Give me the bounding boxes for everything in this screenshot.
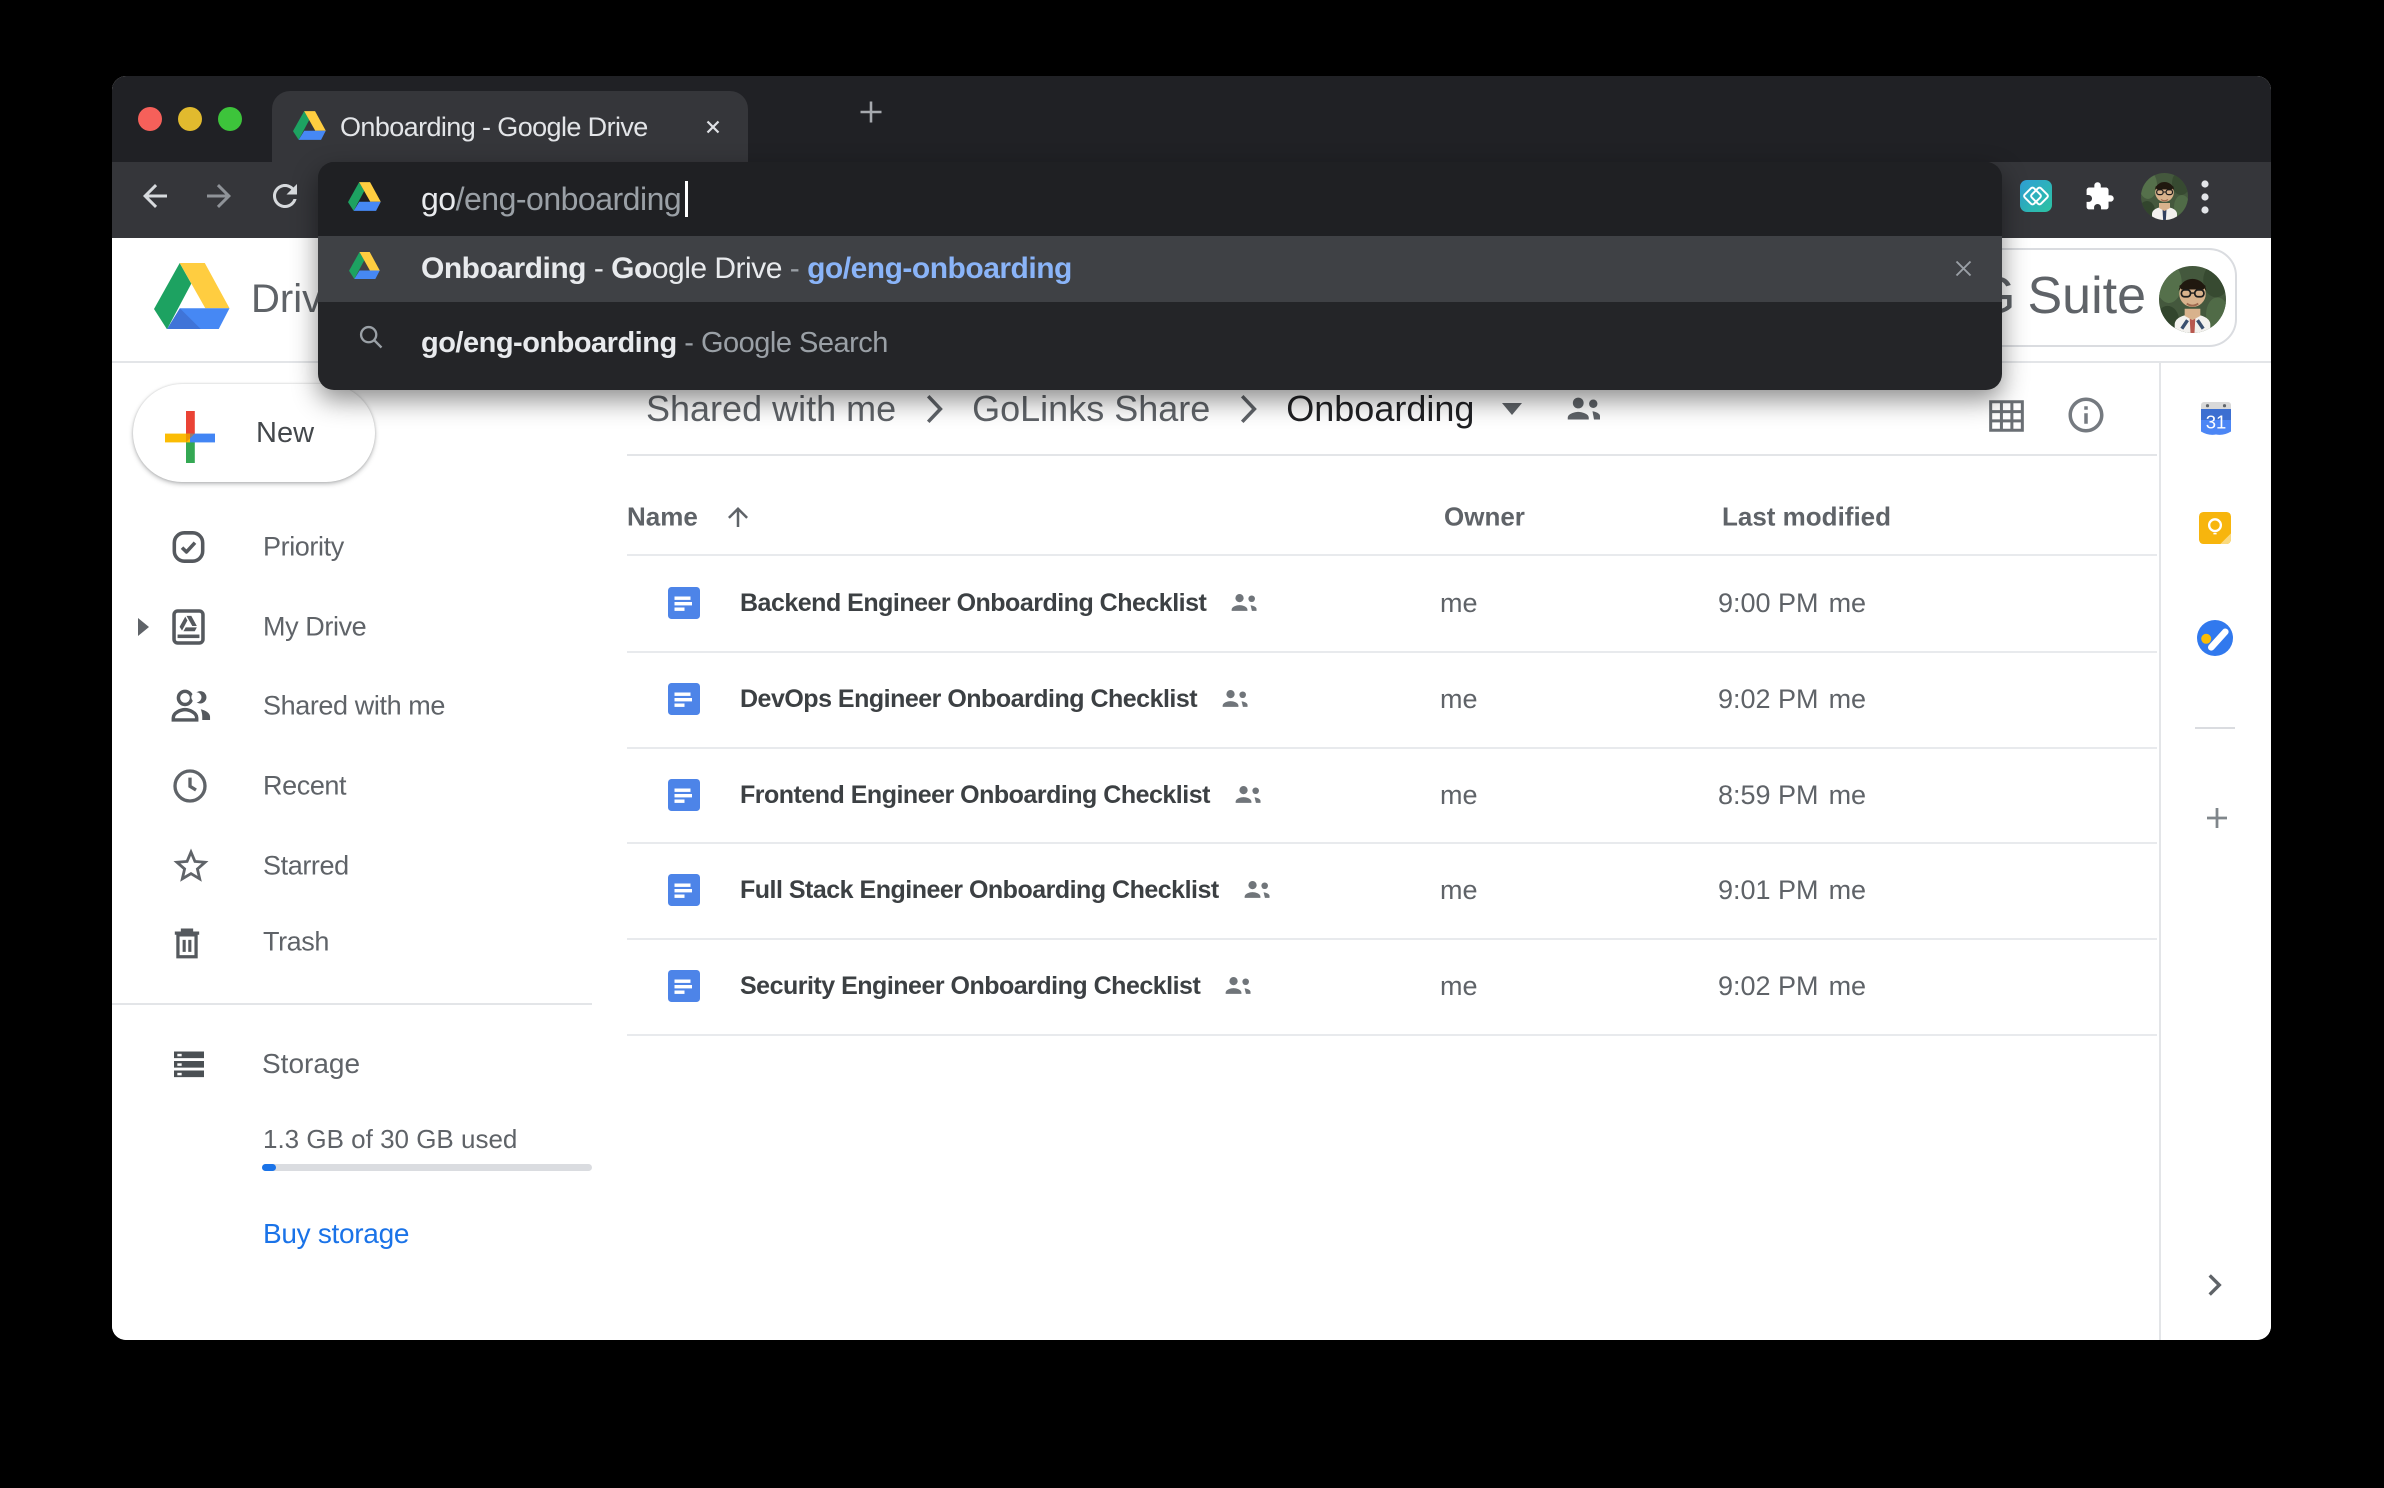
svg-text:31: 31	[2206, 412, 2227, 433]
